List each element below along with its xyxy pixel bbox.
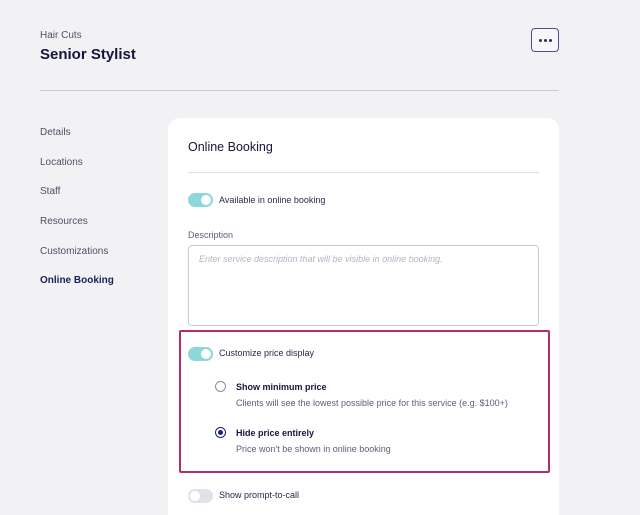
header-divider: [40, 90, 559, 91]
page-title: Senior Stylist: [40, 46, 136, 63]
sidebar-item-locations[interactable]: Locations: [40, 157, 114, 187]
sidebar-item-details[interactable]: Details: [40, 127, 114, 157]
description-input[interactable]: [188, 245, 539, 326]
toggle-knob: [201, 195, 211, 205]
more-horizontal-icon: [538, 38, 553, 42]
card-divider: [188, 172, 539, 173]
card-title: Online Booking: [188, 140, 273, 154]
prompt-to-call-label: Show prompt-to-call: [219, 490, 300, 500]
sidebar-nav: Details Locations Staff Resources Custom…: [40, 127, 114, 305]
online-booking-card: Online Booking Available in online booki…: [168, 118, 559, 515]
header-category: Hair Cuts: [40, 30, 82, 41]
prompt-to-call-toggle[interactable]: [188, 489, 213, 503]
show-minimum-price-title: Show minimum price: [236, 382, 327, 392]
hide-price-title: Hide price entirely: [236, 428, 315, 438]
available-online-toggle[interactable]: [188, 193, 213, 207]
hide-price-radio[interactable]: [215, 427, 226, 438]
available-online-label: Available in online booking: [219, 195, 326, 205]
customize-price-label: Customize price display: [219, 348, 315, 358]
sidebar-item-staff[interactable]: Staff: [40, 186, 114, 216]
toggle-knob: [201, 349, 211, 359]
sidebar-item-resources[interactable]: Resources: [40, 216, 114, 246]
sidebar-item-online-booking[interactable]: Online Booking: [40, 275, 114, 305]
sidebar-item-customizations[interactable]: Customizations: [40, 246, 114, 276]
show-minimum-price-desc: Clients will see the lowest possible pri…: [236, 398, 508, 408]
show-minimum-price-radio[interactable]: [215, 381, 226, 392]
more-options-button[interactable]: [531, 28, 559, 52]
hide-price-desc: Price won't be shown in online booking: [236, 444, 391, 454]
toggle-knob: [190, 491, 200, 501]
description-label: Description: [188, 230, 234, 240]
customize-price-toggle[interactable]: [188, 347, 213, 361]
